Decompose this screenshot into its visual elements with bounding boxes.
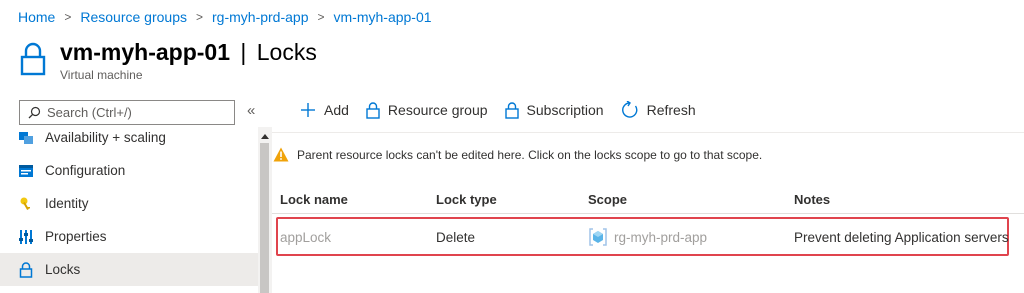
warning-message: Parent resource locks can't be edited he… — [273, 147, 762, 162]
sidebar-item-locks[interactable]: Locks — [0, 253, 258, 286]
title-divider: | — [240, 39, 247, 65]
notes-cell: Prevent deleting Application servers — [794, 230, 1009, 245]
properties-icon — [18, 229, 34, 245]
breadcrumb: Home > Resource groups > rg-myh-prd-app … — [18, 9, 432, 25]
breadcrumb-resource-group[interactable]: rg-myh-prd-app — [212, 9, 308, 25]
page-header: vm-myh-app-01 | Locks Virtual machine — [20, 38, 317, 82]
sidebar-item-identity[interactable]: Identity — [0, 187, 258, 220]
plus-icon — [301, 103, 315, 117]
breadcrumb-separator: > — [64, 10, 72, 24]
warning-icon — [273, 147, 289, 162]
refresh-button[interactable]: Refresh — [621, 101, 696, 119]
availability-icon — [18, 130, 34, 146]
breadcrumb-home[interactable]: Home — [18, 9, 55, 25]
sidebar-item-label: Identity — [45, 196, 89, 211]
sidebar-scrollbar[interactable] — [258, 127, 272, 293]
subscription-lock-button[interactable]: Subscription — [504, 101, 604, 119]
sidebar-item-availability-scaling[interactable]: Availability + scaling — [0, 121, 258, 154]
add-button[interactable]: Add — [300, 102, 349, 118]
sidebar-item-configuration[interactable]: Configuration — [0, 154, 258, 187]
toolbar: Add Resource group Subscription Refresh — [300, 101, 713, 119]
lock-icon — [18, 261, 34, 278]
search-input[interactable] — [47, 105, 227, 120]
warning-text: Parent resource locks can't be edited he… — [297, 147, 763, 162]
lock-type-cell: Delete — [436, 230, 476, 245]
breadcrumb-separator: > — [196, 10, 204, 24]
sidebar-item-label: Availability + scaling — [45, 130, 166, 145]
column-header-lock-type[interactable]: Lock type — [436, 192, 497, 207]
sidebar-item-label: Properties — [45, 229, 107, 244]
identity-icon — [18, 196, 34, 212]
scroll-thumb[interactable] — [260, 143, 269, 293]
lock-icon — [504, 101, 519, 119]
lock-icon — [366, 101, 380, 119]
resource-name: vm-myh-app-01 — [60, 39, 230, 65]
page-title: vm-myh-app-01 | Locks — [60, 38, 317, 66]
page-name: Locks — [256, 39, 317, 65]
subscription-label: Subscription — [526, 102, 604, 118]
scope-link[interactable]: rg-myh-prd-app — [614, 230, 707, 245]
sidebar-item-properties[interactable]: Properties — [0, 220, 258, 253]
lock-name-cell: appLock — [280, 230, 332, 245]
breadcrumb-vm[interactable]: vm-myh-app-01 — [334, 9, 432, 25]
toolbar-divider — [272, 132, 1024, 133]
sidebar-item-label: Locks — [45, 262, 81, 277]
collapse-sidebar-button[interactable]: « — [247, 102, 255, 119]
sidebar-item-label: Configuration — [45, 163, 126, 178]
column-header-notes[interactable]: Notes — [794, 192, 830, 207]
scroll-up-arrow[interactable] — [261, 134, 269, 139]
sidebar: Availability + scaling Configuration Ide… — [0, 127, 258, 293]
resource-type: Virtual machine — [60, 68, 143, 82]
configuration-icon — [18, 163, 34, 179]
lock-icon — [20, 42, 46, 76]
resource-group-icon — [589, 228, 607, 246]
search-icon — [28, 106, 41, 119]
resource-group-label: Resource group — [387, 102, 488, 118]
refresh-icon — [621, 101, 638, 118]
column-header-scope[interactable]: Scope — [588, 192, 627, 207]
add-label: Add — [324, 102, 349, 118]
column-header-lock-name[interactable]: Lock name — [280, 192, 348, 207]
breadcrumb-separator: > — [317, 10, 325, 24]
table-header-divider — [272, 213, 1024, 214]
resource-group-lock-button[interactable]: Resource group — [366, 101, 488, 119]
refresh-label: Refresh — [646, 102, 696, 118]
breadcrumb-resource-groups[interactable]: Resource groups — [80, 9, 187, 25]
